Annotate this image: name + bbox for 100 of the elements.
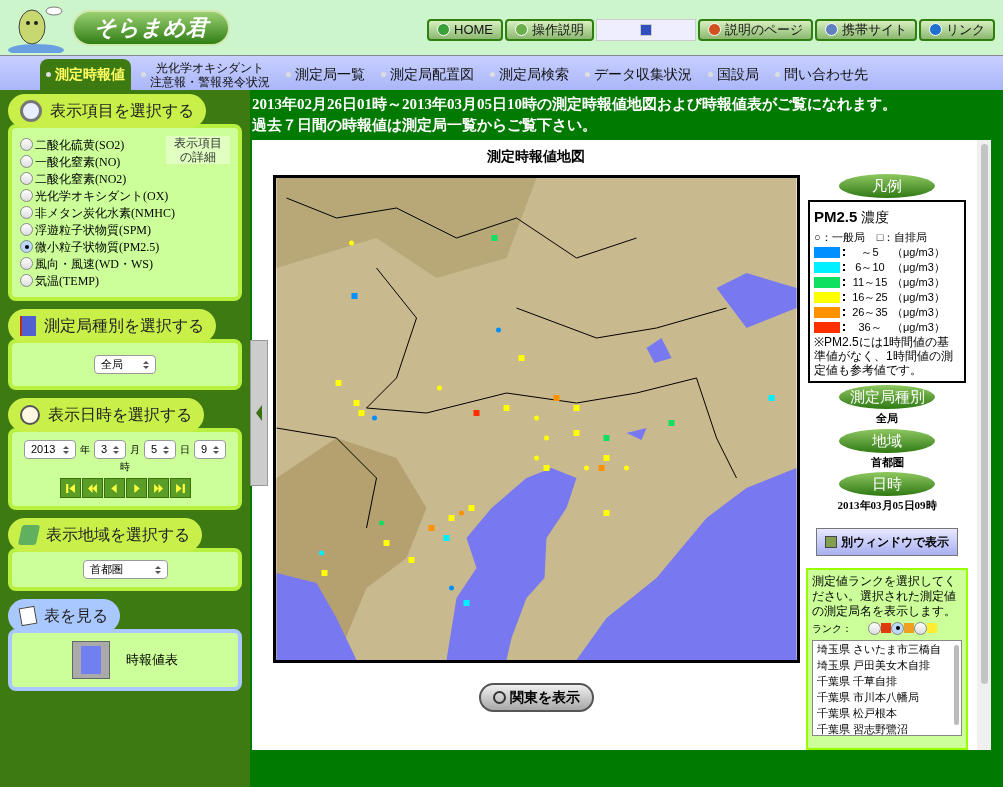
station-item[interactable]: 千葉県 習志野鷺沼 [817,720,957,735]
date-select[interactable]: 3 [94,440,126,459]
legend-range: 26～35 [851,305,889,321]
radio-label: 光化学オキシダント(OX) [35,187,169,205]
station-item[interactable]: 千葉県 千草自排 [817,672,957,689]
date-unit: 年 [80,443,90,457]
nav-tab[interactable]: 測定時報値 [40,59,131,90]
nav-tab[interactable]: 測定局配置図 [375,59,480,90]
radio-button[interactable] [20,240,33,253]
scrollbar-thumb[interactable] [980,144,988,684]
stepper-icon [154,565,161,574]
station-item[interactable]: 埼玉県 さいたま市三橋自 [817,640,957,657]
nav-tab[interactable]: 測定局検索 [484,59,575,90]
info-value: 2013年03月05日09時 [837,498,937,513]
rewind-icon[interactable] [81,478,103,498]
stepper-icon [213,445,219,454]
legend-station-type: ○：一般局 [814,229,865,245]
radio-label: 風向・風速(WD・WS) [35,255,153,273]
stepper-icon [143,360,149,369]
table-link[interactable]: 時報値表 [126,650,178,670]
help-icon[interactable] [640,23,652,36]
legend-range: 36～ [857,320,883,336]
first-icon[interactable] [59,478,81,498]
date-select[interactable]: 9 [194,440,226,459]
last-icon[interactable] [169,478,191,498]
legend-range: 16～25 [851,290,889,306]
map-title: 測定時報値地図 [487,148,585,166]
date-select[interactable]: 5 [144,440,176,459]
stepper-icon [63,445,69,454]
collapse-handle[interactable] [250,340,268,486]
legend-unit: （μg/m3） [892,320,945,336]
nav-tab[interactable]: 光化学オキシダント 注意報・警報発令状況 [135,59,276,90]
legend-heading: 凡例 [839,174,935,198]
rank-label: ランク： [812,621,852,636]
top-link-button[interactable]: HOME [427,18,503,41]
radio-button[interactable] [20,189,33,202]
nav-tab[interactable]: 国設局 [702,59,765,90]
top-link-button[interactable]: 操作説明 [505,18,594,41]
legend-unit: （μg/m3） [892,290,945,306]
panel-title: 表示日時を選択する [8,398,204,432]
date-unit: 月 [130,443,140,457]
radio-button[interactable] [914,621,927,635]
rank-instructions: 測定値ランクを選択してください。選択された測定値の測定局名を表示します。 [812,573,957,619]
legend-range: ～5 [860,245,880,261]
legend-unit: （μg/m3） [892,245,945,261]
radio-button[interactable] [20,257,33,270]
station-item[interactable]: 埼玉県 戸田美女木自排 [817,656,957,673]
show-kanto-button[interactable]: 関東を表示 [478,683,594,712]
nav-tab[interactable]: 測定局一覧 [280,59,371,90]
legend-pollutant-suffix: 濃度 [861,208,890,227]
radio-label: 気温(TEMP) [35,272,99,290]
radio-button[interactable] [20,206,33,219]
radio-button[interactable] [20,138,33,151]
legend-pollutant: PM2.5 [814,207,858,227]
radio-button[interactable] [20,223,33,236]
radio-label: 一酸化窒素(NO) [35,153,121,171]
info-heading: 測定局種別 [839,385,935,409]
nav-tab[interactable]: 問い合わせ先 [769,59,874,90]
radio-button[interactable] [20,274,33,287]
radio-button[interactable] [891,621,904,635]
top-link-button[interactable]: 説明のページ [698,18,813,41]
previous-icon[interactable] [103,478,125,498]
radio-label: 二酸化窒素(NO2) [35,170,127,188]
detail-link[interactable]: 表示項目 の詳細 [166,136,230,164]
station-listbox[interactable]: 埼玉県 さいたま市三橋自 埼玉県 戸田美女木自排 千葉県 千草自排 千葉県 市川本八幡局 千葉県 松戸根本 千葉県 習志野鷺沼 [812,639,962,736]
legend-unit: （μg/m3） [892,305,945,321]
info-heading: 日時 [839,472,935,496]
top-link-button[interactable]: リンク [919,18,995,41]
next-icon[interactable] [125,478,147,498]
stepper-icon [163,445,169,454]
info-value: 全局 [876,411,898,426]
radio-label: 二酸化硫黄(SO2) [35,136,125,154]
region-select[interactable]: 首都圏 [82,560,168,579]
panel-title: 測定局種別を選択する [8,309,216,343]
notice-text: 過去７日間の時報値は測定局一覧からご覧下さい。 [252,116,598,135]
top-link-button[interactable]: 携帯サイト [815,18,917,41]
radio-button[interactable] [20,172,33,185]
station-item[interactable]: 千葉県 松戸根本 [817,704,957,721]
station-type-select[interactable]: 全局 [94,355,156,374]
date-unit: 日 [180,443,190,457]
fast-forward-icon[interactable] [147,478,169,498]
date-select[interactable]: 2013 [24,440,76,459]
panel-title: 表示地域を選択する [8,518,202,552]
nav-tab[interactable]: データ収集状況 [579,59,698,90]
info-heading: 地域 [839,428,935,453]
panel-title: 表示項目を選択する [8,94,206,128]
date-unit: 時 [119,460,131,474]
legend-range: 6～10 [854,260,886,276]
panel-title: 表を見る [8,599,120,633]
radio-button[interactable] [868,621,881,635]
station-item[interactable]: 千葉県 市川本八幡局 [817,688,957,705]
new-window-button[interactable]: 別ウィンドウで表示 [816,527,958,556]
legend-station-type: □：自排局 [876,229,928,245]
radio-button[interactable] [20,155,33,168]
info-value: 首都圏 [870,454,904,470]
legend-note: ※PM2.5には1時間値の基準値がなく、1時間値の測定値も参考値です。 [814,335,954,377]
radio-label: 微小粒子状物質(PM2.5) [35,238,160,256]
radio-label: 浮遊粒子状物質(SPM) [35,221,151,239]
legend-range: 11～15 [851,275,889,291]
stepper-icon [113,445,119,454]
